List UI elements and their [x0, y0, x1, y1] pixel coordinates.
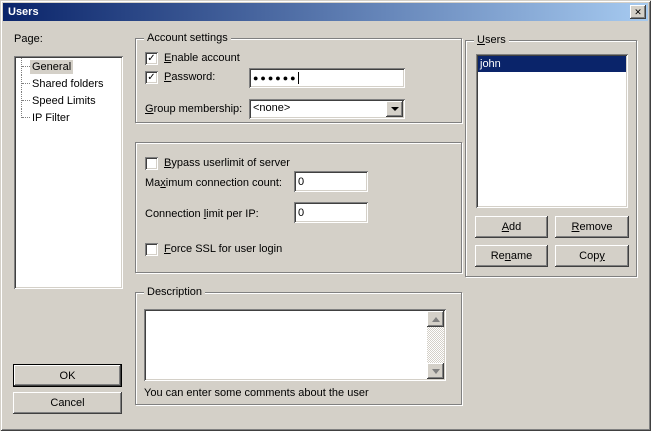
cancel-button[interactable]: Cancel — [13, 392, 122, 414]
account-settings-group: Account settings ✓ Enable account ✓ Pass… — [135, 38, 462, 123]
group-membership-value: <none> — [253, 102, 290, 114]
max-connection-label: Maximum connection count: — [145, 177, 282, 189]
dropdown-button[interactable] — [386, 101, 403, 117]
close-icon: ✕ — [634, 8, 642, 17]
page-tree-item-general[interactable]: General — [16, 58, 121, 75]
page-tree-item-ip-filter[interactable]: IP Filter — [16, 109, 121, 126]
connection-limits-group: Bypass userlimit of server Maximum conne… — [135, 142, 462, 273]
scroll-up-button[interactable] — [427, 311, 444, 327]
chevron-down-icon — [391, 107, 399, 111]
per-ip-limit-value: 0 — [298, 207, 304, 219]
users-dialog: Users ✕ Page: General Shared folders Spe… — [0, 0, 651, 431]
page-tree-item-speed-limits[interactable]: Speed Limits — [16, 92, 121, 109]
title-bar: Users — [3, 3, 648, 21]
users-list: john — [476, 54, 628, 208]
users-group: Users john Add Remove Rename Copy — [465, 40, 637, 277]
tree-item-label: Speed Limits — [30, 94, 98, 108]
tree-item-label: Shared folders — [30, 77, 106, 91]
user-list-item[interactable]: john — [478, 56, 626, 72]
password-checkbox[interactable]: ✓ — [145, 71, 158, 84]
remove-button[interactable]: Remove — [555, 216, 629, 238]
page-tree: General Shared folders Speed Limits IP F… — [14, 56, 123, 289]
users-group-title: Users — [474, 34, 509, 46]
enable-account-label[interactable]: Enable account — [164, 52, 240, 64]
tree-connector — [21, 58, 30, 75]
password-input[interactable]: ●●●●●● — [249, 68, 405, 88]
copy-button[interactable]: Copy — [555, 245, 629, 267]
max-connection-input[interactable]: 0 — [294, 171, 368, 192]
page-label: Page: — [14, 33, 43, 45]
tree-item-label: General — [30, 60, 73, 74]
tree-item-label: IP Filter — [30, 111, 72, 125]
bypass-userlimit-label[interactable]: Bypass userlimit of server — [164, 157, 290, 169]
description-textarea[interactable] — [144, 309, 446, 381]
enable-account-checkbox[interactable]: ✓ — [145, 52, 158, 65]
scroll-down-button[interactable] — [427, 363, 444, 379]
tree-connector — [21, 109, 30, 118]
description-group: Description You can enter some comments … — [135, 292, 462, 405]
ok-button[interactable]: OK — [13, 364, 122, 387]
arrow-down-icon — [432, 369, 440, 374]
per-ip-limit-label: Connection limit per IP: — [145, 208, 259, 220]
tree-connector — [21, 75, 30, 92]
window-title: Users — [8, 6, 39, 18]
description-title: Description — [144, 286, 205, 298]
description-scrollbar[interactable] — [427, 311, 444, 379]
add-button[interactable]: Add — [475, 216, 548, 238]
per-ip-limit-input[interactable]: 0 — [294, 202, 368, 223]
group-membership-label: Group membership: — [145, 103, 242, 115]
tree-connector — [21, 92, 30, 109]
close-button[interactable]: ✕ — [630, 5, 646, 19]
page-tree-item-shared-folders[interactable]: Shared folders — [16, 75, 121, 92]
force-ssl-label[interactable]: Force SSL for user login — [164, 243, 282, 255]
group-membership-select[interactable]: <none> — [249, 99, 405, 119]
account-settings-title: Account settings — [144, 32, 231, 44]
text-caret — [298, 72, 299, 84]
arrow-up-icon — [432, 317, 440, 322]
max-connection-value: 0 — [298, 176, 304, 188]
rename-button[interactable]: Rename — [475, 245, 548, 267]
password-label[interactable]: Password: — [164, 71, 215, 83]
bypass-userlimit-checkbox[interactable] — [145, 157, 158, 170]
password-value: ●●●●●● — [253, 73, 298, 83]
description-hint: You can enter some comments about the us… — [144, 387, 369, 399]
force-ssl-checkbox[interactable] — [145, 243, 158, 256]
